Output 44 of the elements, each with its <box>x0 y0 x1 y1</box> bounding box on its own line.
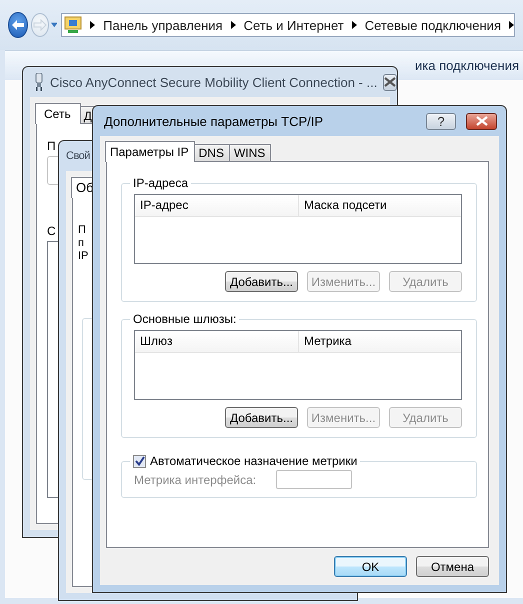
column-header[interactable]: Маска подсети <box>299 195 387 216</box>
tab[interactable]: DNS <box>194 144 230 161</box>
list-view[interactable]: IP-адрес Маска подсети <box>134 194 462 264</box>
dropdown-caret-icon <box>50 22 58 28</box>
checkmark-icon <box>134 456 144 466</box>
breadcrumb-item[interactable]: Сеть и Интернет <box>244 18 344 32</box>
group-title: Основные шлюзы: <box>133 312 236 326</box>
list-view[interactable]: Шлюз Метрика <box>134 330 462 400</box>
back-arrow-icon <box>10 19 25 31</box>
chevron-icon <box>230 21 236 29</box>
dialog-button[interactable]: Добавить... <box>225 407 298 428</box>
column-header[interactable]: IP-адрес <box>135 195 299 216</box>
description-text: П п IP <box>78 224 90 263</box>
dialog-button[interactable]: Добавить... <box>225 271 298 292</box>
chevron-icon <box>90 21 96 29</box>
forward-arrow-icon <box>32 19 47 31</box>
toolbar-item[interactable]: ика подключения <box>415 58 520 73</box>
network-folder-icon <box>64 16 82 34</box>
window-title: Дополнительные параметры TCP/IP <box>104 114 324 128</box>
close-icon <box>384 77 396 87</box>
column-header[interactable]: Метрика <box>299 331 352 352</box>
field-label: П <box>47 138 56 154</box>
window-title: Свой <box>66 150 90 162</box>
help-button[interactable]: ? <box>426 112 456 130</box>
breadcrumb-item[interactable]: Панель управления <box>103 18 223 32</box>
window-title: Cisco AnyConnect Secure Mobility Client Connection - ... <box>50 74 378 90</box>
close-button[interactable] <box>466 112 497 130</box>
group-title: IP-адреса <box>133 176 188 190</box>
chevron-icon <box>352 21 357 29</box>
field-label: С <box>47 223 56 239</box>
breadcrumb-item[interactable]: Сетевые подключения <box>364 18 501 32</box>
plug-icon <box>34 73 44 91</box>
tab[interactable]: Параметры IP <box>105 141 195 162</box>
back-button[interactable] <box>8 12 28 38</box>
close-button[interactable] <box>383 74 398 90</box>
tab[interactable]: Сеть <box>35 103 81 124</box>
field-label: Метрика интерфейса: <box>134 472 256 486</box>
column-header[interactable]: Шлюз <box>135 331 299 352</box>
dialog-button[interactable]: OK <box>334 556 407 577</box>
close-icon <box>476 116 488 126</box>
chevron-icon <box>509 21 514 29</box>
address-bar[interactable]: Панель управления Сеть и Интернет Сетевые подключения <box>61 13 515 37</box>
tab[interactable]: WINS <box>228 144 272 161</box>
dialog-button[interactable]: Отмена <box>416 556 489 577</box>
